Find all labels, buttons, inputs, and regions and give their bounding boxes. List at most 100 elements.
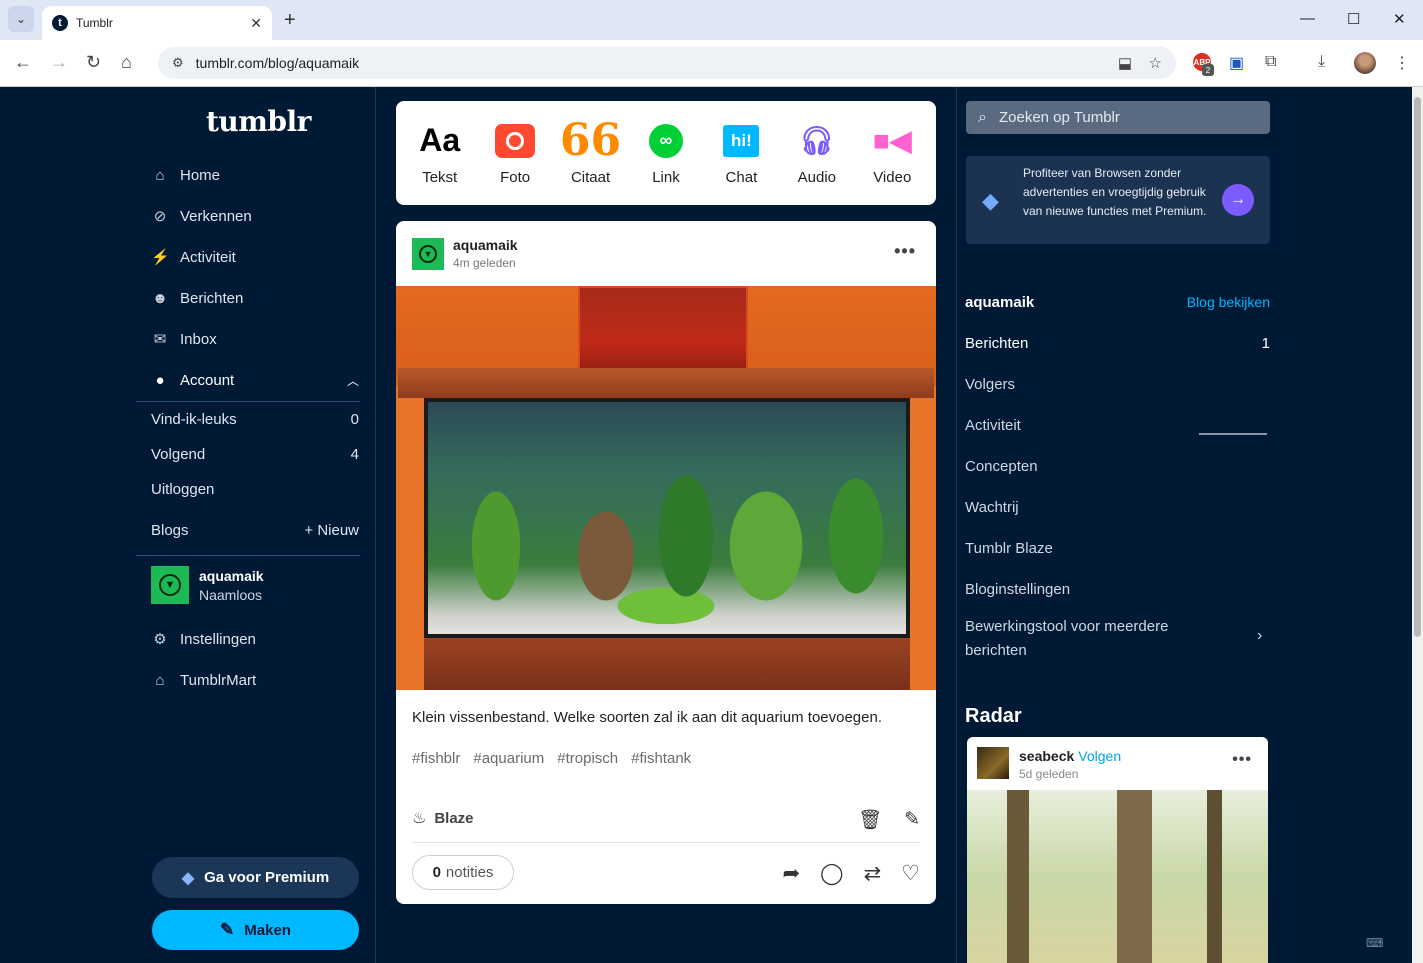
search-icon: ⌕ — [978, 108, 987, 126]
puzzle-icon[interactable]: ⧉ — [1265, 53, 1276, 71]
tab-close-icon[interactable]: ✕ — [250, 15, 262, 32]
avatar[interactable] — [977, 747, 1009, 779]
compose-quote-button[interactable]: 66 Citaat — [556, 114, 626, 186]
nav-activity[interactable]: ⚡ Activiteit — [151, 246, 361, 268]
smiley-icon: ☻ — [152, 289, 168, 307]
compose-text-button[interactable]: Aa Tekst — [405, 121, 475, 186]
gear-icon: ⚙ — [153, 631, 167, 648]
blog-menu-queue[interactable]: Wachtrij — [965, 499, 1270, 516]
install-app-icon[interactable]: ⬓ — [1118, 54, 1132, 72]
pencil-icon[interactable]: ✎ — [904, 808, 920, 832]
blog-menu-mass-editor[interactable]: Bewerkingstool voor meerdere berichten — [965, 615, 1185, 663]
compose-link-button[interactable]: ∞ Link — [631, 121, 701, 186]
post-engagement-actions: ➦ ◯ ⇄ ♡ — [762, 861, 920, 886]
post-blog-name[interactable]: aquamaik — [453, 237, 518, 253]
new-tab-button[interactable]: + — [284, 9, 296, 32]
create-post-button[interactable]: ✎ Maken — [152, 910, 359, 950]
site-info-icon[interactable]: ⚙ — [172, 55, 184, 71]
premium-button[interactable]: ◆ Ga voor Premium — [152, 857, 359, 898]
right-sidebar: ⌕ Zoeken op Tumblr ◆ Profiteer van Brows… — [956, 87, 1412, 963]
account-likes[interactable]: Vind-ik-leuks 0 — [151, 411, 359, 428]
triangle-logo-icon: ▼ — [159, 574, 181, 596]
tag-link[interactable]: #fishblr — [412, 750, 460, 767]
diamond-icon: ◆ — [181, 869, 195, 887]
nav-account[interactable]: ● Account ︿ — [151, 369, 361, 391]
compose-audio-button[interactable]: 🎧︎ Audio — [782, 121, 852, 186]
heart-icon[interactable]: ♡ — [901, 861, 920, 886]
window-close-icon[interactable]: ✕ — [1393, 10, 1406, 28]
forward-icon[interactable]: → — [50, 52, 68, 73]
address-bar[interactable]: ⚙ tumblr.com/blog/aquamaik ⬓ ☆ — [158, 47, 1176, 79]
quote-icon: 66 — [559, 114, 622, 166]
account-following[interactable]: Volgend 4 — [151, 446, 359, 463]
envelope-icon: ✉ — [153, 331, 167, 348]
blog-menu-posts[interactable]: Berichten 1 — [965, 335, 1270, 352]
blog-menu-followers[interactable]: Volgers — [965, 376, 1270, 393]
notes-button[interactable]: 0 notities — [412, 855, 514, 890]
nav-messages[interactable]: ☻ Berichten — [151, 287, 361, 309]
profile-avatar[interactable] — [1354, 52, 1376, 74]
link-icon: ∞ — [648, 123, 683, 158]
nav-settings[interactable]: ⚙ Instellingen — [151, 628, 361, 650]
download-icon[interactable]: ⤓ — [1318, 53, 1325, 71]
flame-icon[interactable]: ♨ — [412, 808, 426, 828]
compose-chat-button[interactable]: hi! Chat — [706, 121, 776, 186]
browser-tab-bar: ⌄ t Tumblr ✕ + — ☐ ✕ — [0, 0, 1423, 40]
keyboard-icon[interactable]: ⌨ — [1366, 936, 1383, 950]
new-blog-link[interactable]: + Nieuw — [304, 522, 359, 539]
compose-video-button[interactable]: ■◀ Video — [857, 121, 927, 186]
avatar[interactable]: ▼ — [412, 237, 444, 270]
tab-search-button[interactable]: ⌄ — [8, 6, 34, 32]
arrow-right-icon[interactable]: → — [1222, 184, 1254, 216]
premium-promo[interactable]: ◆ Profiteer van Browsen zonder advertent… — [966, 156, 1270, 244]
nav-tumblrmart[interactable]: ⌂ TumblrMart — [151, 669, 361, 691]
radar-blog-name[interactable]: seabeck — [1019, 748, 1074, 764]
minimize-icon[interactable]: — — [1300, 10, 1315, 27]
tab-title: Tumblr — [76, 16, 113, 30]
trash-icon[interactable]: 🗑︎ — [858, 808, 882, 832]
account-logout[interactable]: Uitloggen — [151, 481, 359, 498]
divider — [136, 401, 360, 402]
nav-home[interactable]: ⌂ Home — [151, 164, 361, 186]
divider — [412, 842, 920, 843]
chevron-right-icon[interactable]: › — [1257, 627, 1262, 645]
share-icon[interactable]: ➦ — [782, 861, 800, 886]
radar-post-card: seabeck Volgen 5d geleden ••• — [967, 737, 1268, 963]
blaze-button[interactable]: Blaze — [434, 810, 473, 827]
view-blog-link[interactable]: Blog bekijken — [1187, 294, 1270, 311]
extension-icon[interactable]: ▣ — [1229, 53, 1244, 73]
chevron-up-icon: ︿ — [346, 373, 359, 388]
post-card: ▼ aquamaik 4m geleden ••• Klein vissenbe… — [396, 221, 936, 904]
tag-link[interactable]: #aquarium — [473, 750, 544, 767]
tag-link[interactable]: #tropisch — [557, 750, 618, 767]
maximize-icon[interactable]: ☐ — [1347, 10, 1360, 28]
tumblr-logo[interactable]: tumblr — [206, 105, 311, 138]
divider — [136, 555, 360, 556]
nav-explore[interactable]: ⊘ Verkennen — [151, 205, 361, 227]
blog-menu-activity[interactable]: Activiteit — [965, 417, 1270, 434]
home-icon[interactable]: ⌂ — [121, 52, 132, 73]
reblog-icon[interactable]: ⇄ — [864, 861, 882, 886]
reload-icon[interactable]: ↻ — [86, 52, 101, 73]
blog-menu-drafts[interactable]: Concepten — [965, 458, 1270, 475]
blog-menu-settings[interactable]: Bloginstellingen — [965, 581, 1270, 598]
page-scrollbar[interactable] — [1412, 87, 1423, 963]
store-icon: ⌂ — [155, 671, 165, 689]
scrollbar-thumb[interactable] — [1414, 97, 1421, 637]
browser-tab[interactable]: t Tumblr ✕ — [42, 6, 272, 40]
headphones-icon: 🎧︎ — [799, 125, 835, 156]
follow-button[interactable]: Volgen — [1078, 748, 1121, 764]
blog-entry-aquamaik[interactable]: ▼ aquamaik Naamloos — [151, 566, 264, 604]
comment-icon[interactable]: ◯ — [820, 861, 844, 886]
bookmark-star-icon[interactable]: ☆ — [1149, 54, 1162, 72]
more-options-icon[interactable]: ••• — [894, 241, 916, 262]
nav-inbox[interactable]: ✉ Inbox — [151, 328, 361, 350]
blog-menu-blaze[interactable]: Tumblr Blaze — [965, 540, 1270, 557]
kebab-menu-icon[interactable]: ⋮ — [1394, 53, 1410, 73]
triangle-logo-icon: ▼ — [419, 244, 437, 263]
search-input[interactable]: ⌕ Zoeken op Tumblr — [966, 101, 1270, 134]
tag-link[interactable]: #fishtank — [631, 750, 691, 767]
more-options-icon[interactable]: ••• — [1232, 751, 1252, 769]
compose-photo-button[interactable]: Foto — [480, 121, 550, 186]
back-icon[interactable]: ← — [14, 52, 32, 73]
